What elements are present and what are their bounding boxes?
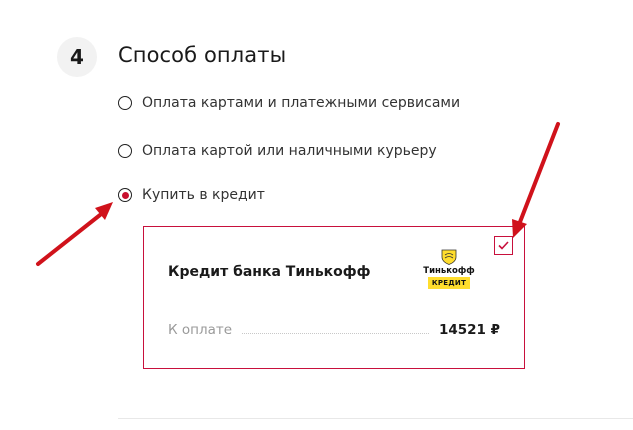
radio-button[interactable] <box>118 144 132 158</box>
radio-button[interactable] <box>118 96 132 110</box>
arrow-icon-to-credit-option <box>36 202 113 266</box>
payment-option-cards[interactable]: Оплата картами и платежными сервисами <box>118 95 460 111</box>
arrow-icon-to-checkbox <box>512 122 560 238</box>
logo-bank-name: Тинькофф <box>423 266 475 276</box>
radio-button-selected[interactable] <box>118 188 132 202</box>
logo-credit-badge: КРЕДИТ <box>427 277 471 289</box>
payment-option-label: Купить в кредит <box>142 187 265 203</box>
credit-offer-card[interactable]: Кредит банка Тинькофф Тинькофф КРЕДИТ К … <box>143 226 525 369</box>
payment-total-row: К оплате 14521 ₽ <box>168 322 500 338</box>
tinkoff-logo: Тинькофф КРЕДИТ <box>423 249 475 297</box>
dotted-leader <box>242 332 429 334</box>
section-title: Способ оплаты <box>118 43 287 67</box>
section-divider <box>118 418 633 419</box>
payment-option-label: Оплата картами и платежными сервисами <box>142 95 461 111</box>
payment-total-label: К оплате <box>168 322 233 338</box>
bank-shield-icon <box>441 249 457 265</box>
step-number-badge: 4 <box>57 37 97 77</box>
checkmark-icon <box>498 241 509 250</box>
payment-option-label: Оплата картой или наличными курьеру <box>142 143 437 159</box>
credit-offer-title: Кредит банка Тинькофф <box>168 264 371 280</box>
credit-offer-checkbox[interactable] <box>494 236 513 255</box>
payment-total-amount: 14521 ₽ <box>438 322 500 338</box>
payment-option-courier[interactable]: Оплата картой или наличными курьеру <box>118 143 437 159</box>
payment-option-credit[interactable]: Купить в кредит <box>118 187 265 203</box>
checkout-payment-section: 4 Способ оплаты Оплата картами и платежн… <box>0 0 633 430</box>
